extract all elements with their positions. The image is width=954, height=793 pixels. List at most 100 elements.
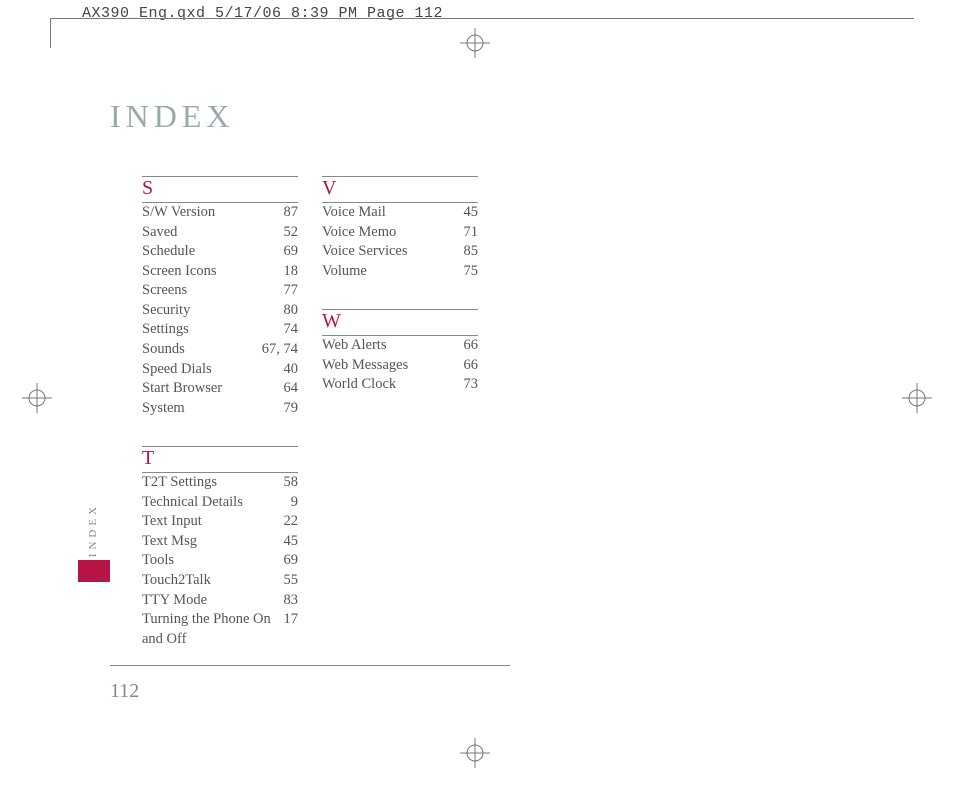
index-term: Voice Memo (322, 223, 464, 243)
index-page: 45 (284, 532, 299, 552)
index-page: 22 (284, 512, 299, 532)
index-page: 55 (284, 571, 299, 591)
index-columns: S S/W Version87 Saved52 Schedule69 Scree… (142, 176, 478, 677)
index-entry: Voice Mail45 (322, 203, 478, 223)
index-term: Tools (142, 551, 284, 571)
index-page: 9 (291, 493, 298, 513)
index-term: Text Msg (142, 532, 284, 552)
index-term: Saved (142, 223, 284, 243)
index-page: 52 (284, 223, 299, 243)
index-column-1: S S/W Version87 Saved52 Schedule69 Scree… (142, 176, 298, 677)
index-page: 69 (284, 242, 299, 262)
section-letter: V (322, 176, 478, 203)
index-entry: Voice Services85 (322, 242, 478, 262)
index-section-t: T T2T Settings58 Technical Details9 Text… (142, 446, 298, 649)
index-entry: Settings74 (142, 320, 298, 340)
index-page: 74 (284, 320, 299, 340)
index-term: Voice Services (322, 242, 464, 262)
index-term: Screens (142, 281, 284, 301)
index-section-v: V Voice Mail45 Voice Memo71 Voice Servic… (322, 176, 478, 281)
index-page: 73 (464, 375, 479, 395)
index-page: 77 (284, 281, 299, 301)
index-term: Touch2Talk (142, 571, 284, 591)
index-term: Security (142, 301, 284, 321)
index-page: 67, 74 (262, 340, 298, 360)
page-title: INDEX (110, 98, 235, 135)
index-page: 18 (284, 262, 299, 282)
index-term: S/W Version (142, 203, 284, 223)
index-entry: TTY Mode83 (142, 591, 298, 611)
index-page: 83 (284, 591, 299, 611)
crop-mark-top-left (50, 18, 80, 48)
index-entry: S/W Version87 (142, 203, 298, 223)
index-entry: Speed Dials40 (142, 360, 298, 380)
index-page: 79 (284, 399, 299, 419)
index-entry: Security80 (142, 301, 298, 321)
index-page: 64 (284, 379, 299, 399)
index-entry: Schedule69 (142, 242, 298, 262)
index-entry: System79 (142, 399, 298, 419)
index-entry: Sounds67, 74 (142, 340, 298, 360)
index-term: Web Alerts (322, 336, 464, 356)
header-rule (80, 18, 914, 19)
index-page: 66 (464, 336, 479, 356)
index-page: 80 (284, 301, 299, 321)
index-term: T2T Settings (142, 473, 284, 493)
index-page: 87 (284, 203, 299, 223)
side-color-block (78, 560, 110, 582)
index-entry: Screens77 (142, 281, 298, 301)
index-page: 17 (284, 610, 299, 649)
index-term: Voice Mail (322, 203, 464, 223)
page-number: 112 (110, 680, 139, 703)
index-entry: Web Alerts66 (322, 336, 478, 356)
index-term: TTY Mode (142, 591, 284, 611)
footer-rule (110, 665, 510, 666)
index-page: 75 (464, 262, 479, 282)
index-page: 69 (284, 551, 299, 571)
section-letter: T (142, 446, 298, 473)
index-entry: Volume75 (322, 262, 478, 282)
index-page: 66 (464, 356, 479, 376)
index-entry: Web Messages66 (322, 356, 478, 376)
index-entry: Turning the Phone On and Off17 (142, 610, 298, 649)
index-entry: Screen Icons18 (142, 262, 298, 282)
registration-mark-icon (460, 738, 490, 768)
index-entry: Text Msg45 (142, 532, 298, 552)
index-section-s: S S/W Version87 Saved52 Schedule69 Scree… (142, 176, 298, 418)
index-entry: Touch2Talk55 (142, 571, 298, 591)
index-page: 40 (284, 360, 299, 380)
side-tab: INDEX (85, 503, 103, 557)
section-letter: W (322, 309, 478, 336)
section-letter: S (142, 176, 298, 203)
index-term: System (142, 399, 284, 419)
index-term: Speed Dials (142, 360, 284, 380)
index-entry: Start Browser64 (142, 379, 298, 399)
side-label: INDEX (87, 503, 99, 557)
index-term: Start Browser (142, 379, 284, 399)
index-term: Sounds (142, 340, 262, 360)
index-term: Screen Icons (142, 262, 284, 282)
index-entry: Saved52 (142, 223, 298, 243)
index-term: Schedule (142, 242, 284, 262)
index-term: Web Messages (322, 356, 464, 376)
page-body: INDEX INDEX S S/W Version87 Saved52 Sche… (80, 48, 900, 708)
index-entry: Tools69 (142, 551, 298, 571)
index-entry: Technical Details9 (142, 493, 298, 513)
index-term: Technical Details (142, 493, 291, 513)
index-section-w: W Web Alerts66 Web Messages66 World Cloc… (322, 309, 478, 395)
index-term: World Clock (322, 375, 464, 395)
index-entry: Voice Memo71 (322, 223, 478, 243)
index-page: 45 (464, 203, 479, 223)
registration-mark-icon (902, 383, 932, 413)
index-page: 85 (464, 242, 479, 262)
index-page: 58 (284, 473, 299, 493)
crop-header-text: AX390_Eng.qxd 5/17/06 8:39 PM Page 112 (82, 5, 443, 22)
index-entry: World Clock73 (322, 375, 478, 395)
registration-mark-icon (22, 383, 52, 413)
index-page: 71 (464, 223, 479, 243)
index-entry: T2T Settings58 (142, 473, 298, 493)
index-term: Text Input (142, 512, 284, 532)
index-term: Volume (322, 262, 464, 282)
index-term: Turning the Phone On and Off (142, 610, 284, 649)
index-column-2: V Voice Mail45 Voice Memo71 Voice Servic… (322, 176, 478, 677)
